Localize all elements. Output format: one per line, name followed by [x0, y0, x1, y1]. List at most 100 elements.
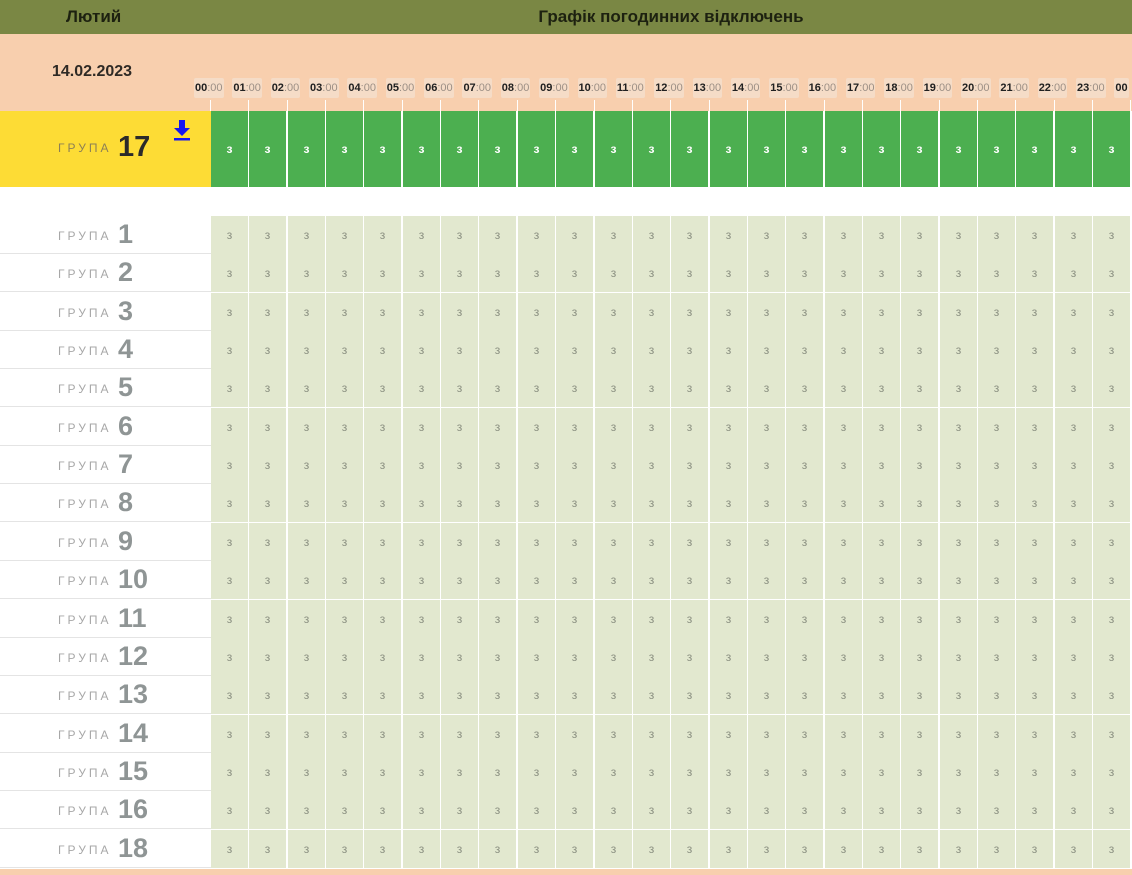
- hour-cell: з: [518, 791, 555, 830]
- hour-cell: з: [288, 216, 325, 254]
- hour-cell: з: [249, 561, 286, 600]
- hour-tick: [977, 100, 978, 111]
- hour-cell: з: [671, 791, 708, 830]
- hour-cell: з: [595, 561, 632, 600]
- hour-cell: з: [825, 292, 862, 331]
- bottom-strip: [0, 869, 1132, 875]
- hour-cell: з: [978, 752, 1015, 791]
- top-bar: Лютий Графік погодинних відключень: [0, 0, 1132, 34]
- hour-cell: з: [978, 714, 1015, 753]
- hour-cell: з: [1055, 829, 1092, 868]
- group-row[interactable]: ГРУПА 8 з з з з з з з з з з з з з з з з з з з з з з з з: [0, 484, 1132, 523]
- hour-label: 17:00: [845, 78, 876, 98]
- group-number: 15: [118, 755, 149, 786]
- hour-cell: з: [1016, 216, 1053, 254]
- hour-label-minutes: :00: [590, 82, 607, 94]
- hour-cell: з: [710, 791, 747, 830]
- hour-label-minutes: :00: [628, 82, 644, 94]
- hour-label-minutes: :00: [437, 82, 453, 94]
- hour-cell: з: [1093, 522, 1130, 561]
- hour-cell: з: [479, 522, 516, 561]
- group-row[interactable]: ГРУПА 12 з з з з з з з з з з з з з з з з з з з з з з з з: [0, 637, 1132, 676]
- hour-cell: з: [556, 446, 593, 485]
- hour-cell: з: [249, 254, 286, 293]
- hour-cell: з: [403, 829, 440, 868]
- hour-cell: з: [403, 676, 440, 715]
- hour-cell: з: [748, 446, 785, 485]
- hour-cell: з: [326, 522, 363, 561]
- group-row[interactable]: ГРУПА 16 з з з з з з з з з з з з з з з з з з з з з з з з: [0, 791, 1132, 830]
- group-row[interactable]: ГРУПА 3 з з з з з з з з з з з з з з з з з з з з з з з з: [0, 292, 1132, 331]
- hour-label-hour: 17: [846, 82, 860, 94]
- group-number: 5: [118, 372, 134, 403]
- hour-cell: з: [479, 752, 516, 791]
- hour-cell: з: [671, 637, 708, 676]
- hour-tick: [594, 100, 595, 111]
- hour-label-hour: 20: [962, 82, 975, 94]
- download-icon[interactable]: [173, 119, 191, 141]
- group-label: ГРУПА 18: [0, 830, 211, 868]
- hour-label-hour: 04: [348, 82, 361, 94]
- hour-cell: з: [978, 407, 1015, 446]
- hour-cell: з: [748, 829, 785, 868]
- hour-cell: з: [364, 599, 401, 638]
- hour-label-minutes: :00: [935, 82, 952, 94]
- group-row[interactable]: ГРУПА 7 з з з з з з з з з з з з з з з з з з з з з з з з: [0, 446, 1132, 485]
- hour-cell: з: [1093, 254, 1130, 293]
- group-row[interactable]: ГРУПА 10 з з з з з з з з з з з з з з з з з з з з з з з з: [0, 561, 1132, 600]
- group-word: ГРУПА: [58, 612, 112, 627]
- hour-cell: з: [595, 484, 632, 523]
- selected-group-row[interactable]: ГРУПА 17 зззззззззззззззззззззззз: [0, 111, 1132, 187]
- hour-cell: з: [326, 292, 363, 331]
- group-label: ГРУПА 2: [0, 254, 211, 293]
- hour-tick: [248, 100, 249, 111]
- date-band: 14.02.2023 00:00 01:00 02:00 03:00 04:00 05:0…: [0, 34, 1132, 111]
- hour-cell: з: [825, 752, 862, 791]
- hour-cell: з: [978, 522, 1015, 561]
- group-row[interactable]: ГРУПА 4 з з з з з з з з з з з з з з з з з з з з з з з з: [0, 331, 1132, 370]
- group-row[interactable]: ГРУПА 6 з з з з з з з з з з з з з з з з з з з з з з з з: [0, 407, 1132, 446]
- hour-cell: з: [479, 254, 516, 293]
- group-row[interactable]: ГРУПА 5 з з з з з з з з з з з з з з з з з з з з з з з з: [0, 369, 1132, 408]
- group-row[interactable]: ГРУПА 2 з з з з з з з з з з з з з з з з з з з з з з з з: [0, 254, 1132, 293]
- hour-cell: з: [863, 484, 900, 523]
- hour-cell: з: [748, 676, 785, 715]
- hour-cell: з: [326, 637, 363, 676]
- hour-cell: з: [403, 599, 440, 638]
- hour-cell: з: [710, 752, 747, 791]
- selected-hour-cell: з: [403, 111, 440, 187]
- hour-cell: з: [556, 752, 593, 791]
- hour-cell: з: [901, 561, 938, 600]
- hour-cell: з: [288, 561, 325, 600]
- hour-cell: з: [940, 254, 977, 293]
- hour-cell: з: [479, 446, 516, 485]
- hour-cell: з: [671, 292, 708, 331]
- hour-cell: з: [288, 637, 325, 676]
- group-row[interactable]: ГРУПА 11 з з з з з з з з з з з з з з з з з з з з з з з з: [0, 599, 1132, 638]
- hour-cell: з: [901, 829, 938, 868]
- group-row[interactable]: ГРУПА 1 з з з з з з з з з з з з з з з з з з з з з з з з: [0, 216, 1132, 254]
- group-row[interactable]: ГРУПА 18 з з з з з з з з з з з з з з з з з з з з з з з з: [0, 829, 1132, 868]
- hour-cell: з: [518, 407, 555, 446]
- hour-cell: з: [249, 216, 286, 254]
- group-row[interactable]: ГРУПА 13 з з з з з з з з з з з з з з з з з з з з з з з з: [0, 676, 1132, 715]
- hour-cell: з: [211, 331, 248, 370]
- group-word: ГРУПА: [58, 141, 112, 155]
- selected-hour-cell: з: [710, 111, 747, 187]
- hour-cell: з: [403, 292, 440, 331]
- hour-cell: з: [556, 407, 593, 446]
- hour-cell: з: [595, 752, 632, 791]
- hour-label-hour: 02: [271, 82, 284, 94]
- group-row[interactable]: ГРУПА 15 з з з з з з з з з з з з з з з з з з з з з з з з: [0, 752, 1132, 791]
- hour-cell: з: [901, 714, 938, 753]
- group-row[interactable]: ГРУПА 9 з з з з з з з з з з з з з з з з з з з з з з з з: [0, 522, 1132, 561]
- group-row[interactable]: ГРУПА 14 з з з з з з з з з з з з з з з з з з з з з з з з: [0, 714, 1132, 753]
- group-label: ГРУПА 13: [0, 676, 211, 715]
- hour-cell: з: [595, 829, 632, 868]
- hour-cell: з: [825, 791, 862, 830]
- hour-cell: з: [249, 407, 286, 446]
- hour-cell: з: [1093, 331, 1130, 370]
- hour-cell: з: [479, 676, 516, 715]
- hour-cell: з: [633, 216, 670, 254]
- hour-label: 01:00: [232, 78, 262, 98]
